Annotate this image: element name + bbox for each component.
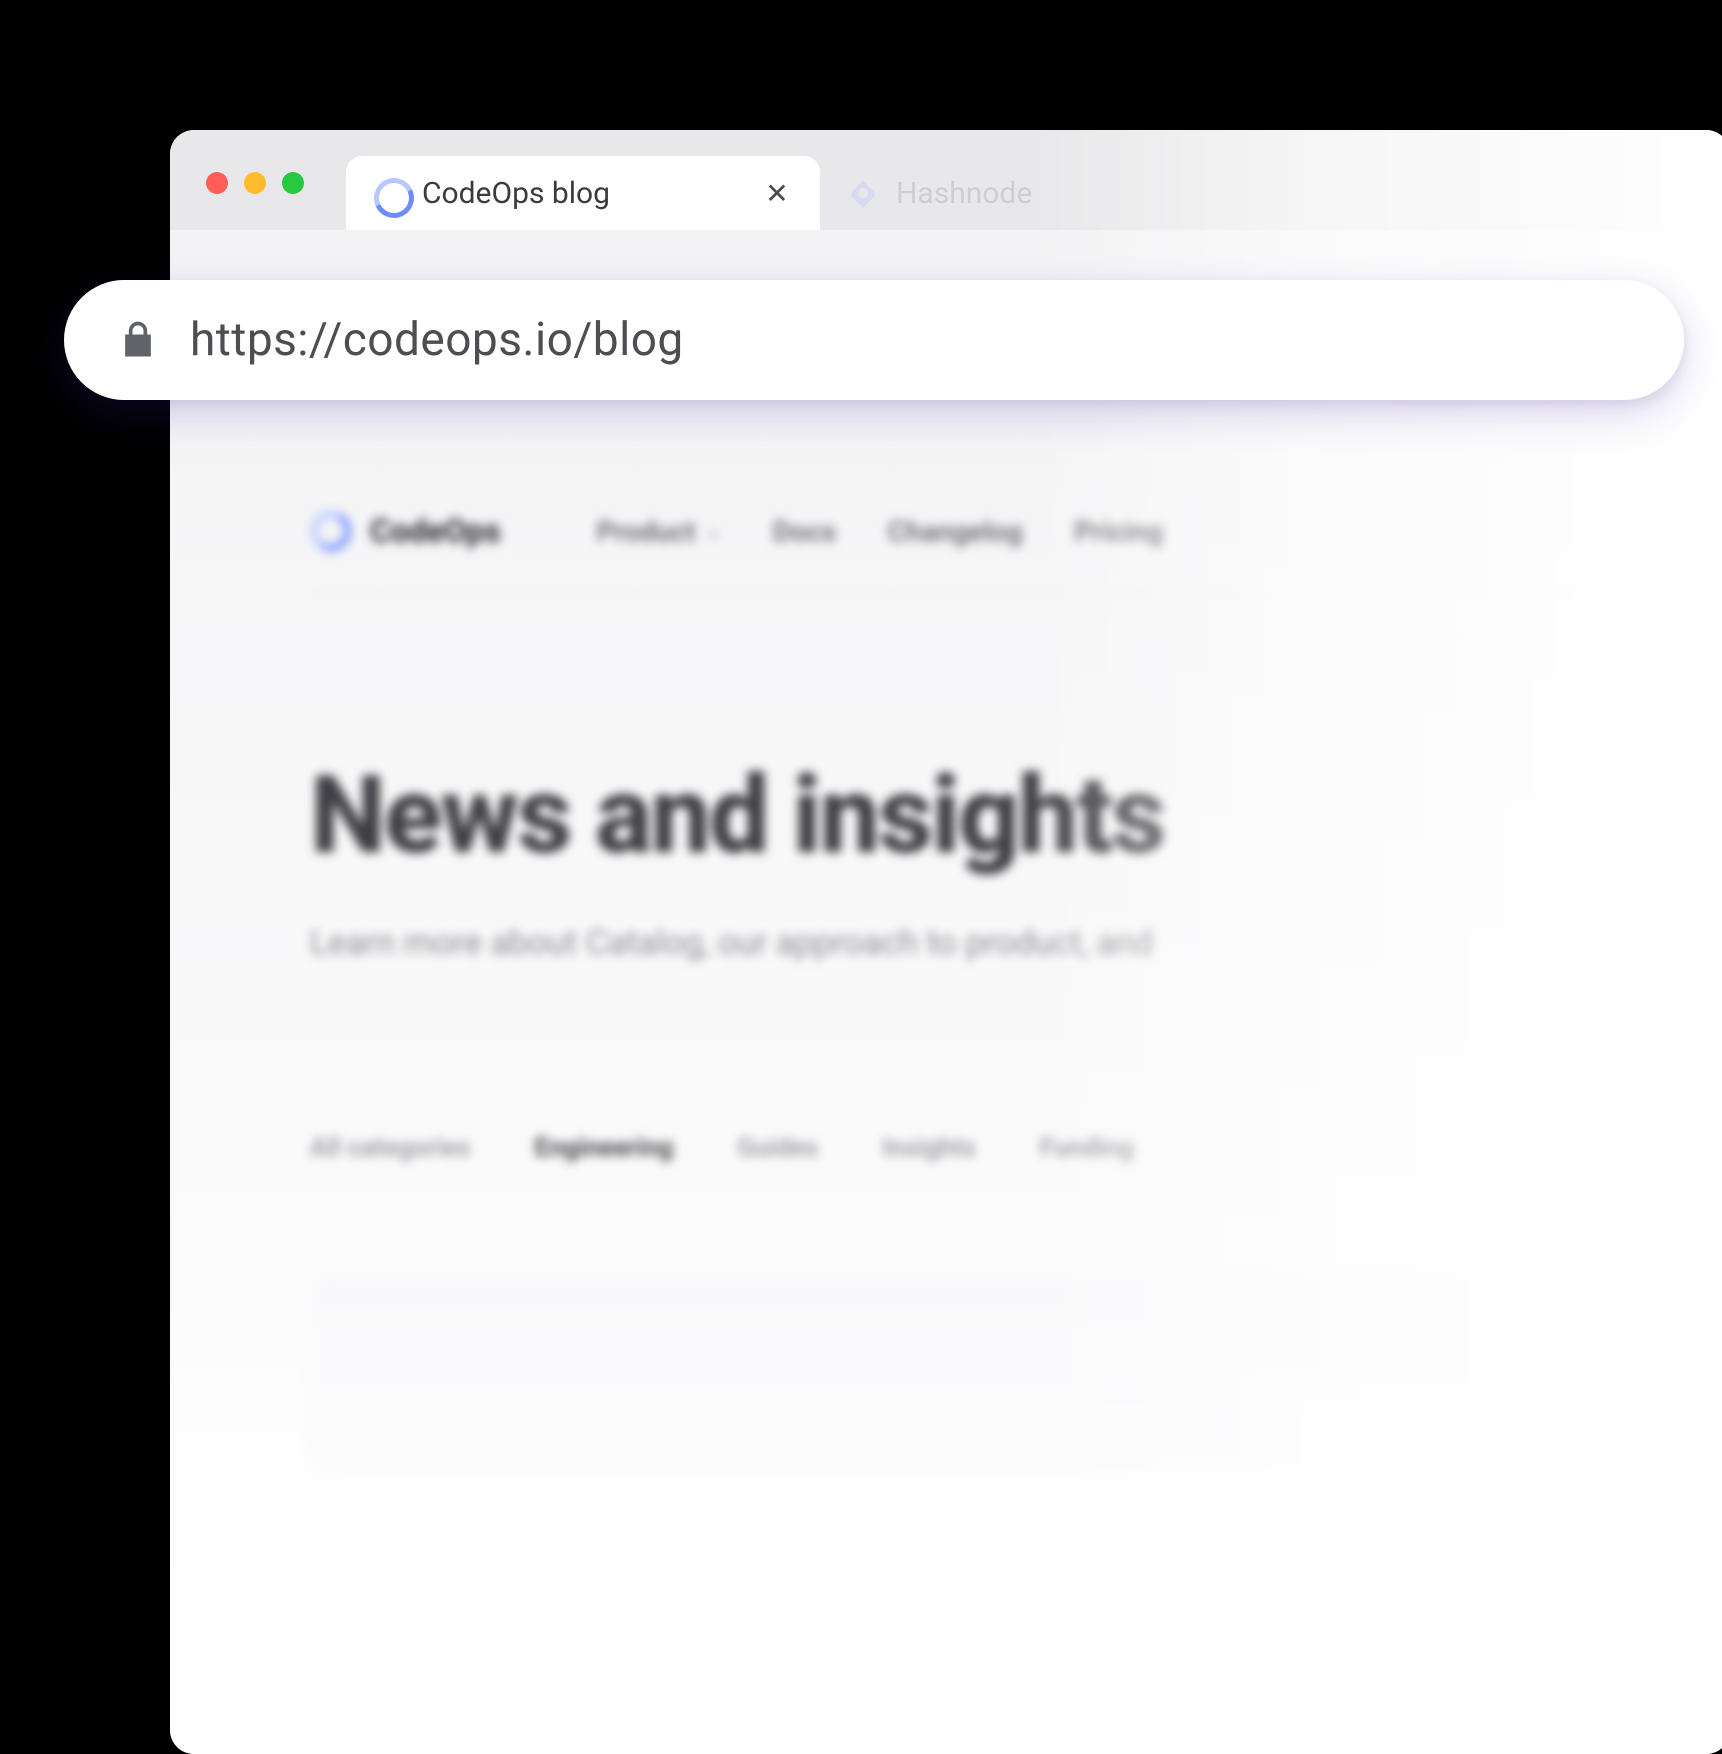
browser-tab-inactive[interactable]: Hashnode: [820, 156, 1120, 230]
window-maximize-button[interactable]: [282, 172, 304, 194]
filter-tab-engineering[interactable]: Engineering: [535, 1133, 674, 1163]
page-content: CodeOps Product ⌄ Docs Changelog Pricing: [170, 310, 1722, 1473]
nav-link-product[interactable]: Product ⌄: [597, 515, 721, 548]
tab-close-button[interactable]: ✕: [762, 177, 792, 210]
tabs-container: CodeOps blog ✕ Hashnode: [346, 130, 1700, 230]
nav-link-docs[interactable]: Docs: [773, 515, 836, 548]
brand[interactable]: CodeOps: [310, 510, 501, 552]
codeops-favicon-icon: [374, 178, 404, 208]
filter-tab-all[interactable]: All categories: [310, 1133, 471, 1163]
nav-link-pricing[interactable]: Pricing: [1075, 515, 1164, 548]
nav-link-label: Product: [597, 515, 696, 548]
nav-link-label: Changelog: [888, 515, 1023, 548]
hero-subtitle: Learn more about Catalog, our approach t…: [310, 923, 1590, 963]
tab-bar: CodeOps blog ✕ Hashnode: [170, 130, 1722, 230]
browser-tab-active[interactable]: CodeOps blog ✕: [346, 156, 820, 230]
window-close-button[interactable]: [206, 172, 228, 194]
site-navigation: CodeOps Product ⌄ Docs Changelog Pricing: [310, 510, 1590, 593]
content-card[interactable]: [310, 1273, 1590, 1473]
hero-title: News and insights: [310, 753, 1590, 879]
brand-logo-icon: [310, 510, 352, 552]
nav-links: Product ⌄ Docs Changelog Pricing: [597, 515, 1164, 548]
filter-tab-funding[interactable]: Funding: [1040, 1133, 1134, 1163]
nav-link-changelog[interactable]: Changelog: [888, 515, 1023, 548]
traffic-lights: [200, 172, 346, 230]
lock-icon: [116, 318, 160, 362]
nav-link-label: Pricing: [1075, 515, 1164, 548]
address-bar[interactable]: https://codeops.io/blog: [64, 280, 1684, 400]
window-minimize-button[interactable]: [244, 172, 266, 194]
nav-link-label: Docs: [773, 515, 836, 548]
brand-name: CodeOps: [370, 512, 501, 550]
tab-title: CodeOps blog: [422, 176, 744, 211]
chevron-down-icon: ⌄: [706, 521, 721, 542]
filter-tabs: All categories Engineering Guides Insigh…: [310, 1133, 1590, 1163]
filter-tab-insights[interactable]: Insights: [882, 1133, 976, 1163]
url-text: https://codeops.io/blog: [190, 313, 684, 367]
tab-title: Hashnode: [896, 176, 1092, 211]
filter-tab-guides[interactable]: Guides: [737, 1133, 818, 1163]
hero-section: News and insights Learn more about Catal…: [310, 593, 1590, 963]
hashnode-favicon-icon: [848, 178, 878, 208]
